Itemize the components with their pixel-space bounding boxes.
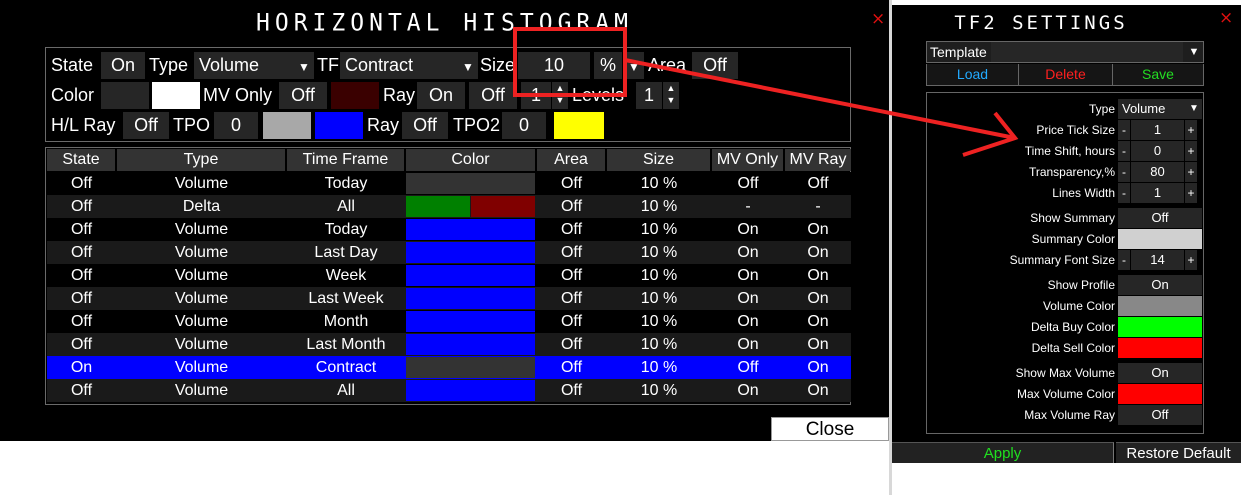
annotation-overlay xyxy=(513,27,1019,157)
highlight-box xyxy=(513,27,627,97)
annotation-arrow-line xyxy=(624,58,1016,140)
